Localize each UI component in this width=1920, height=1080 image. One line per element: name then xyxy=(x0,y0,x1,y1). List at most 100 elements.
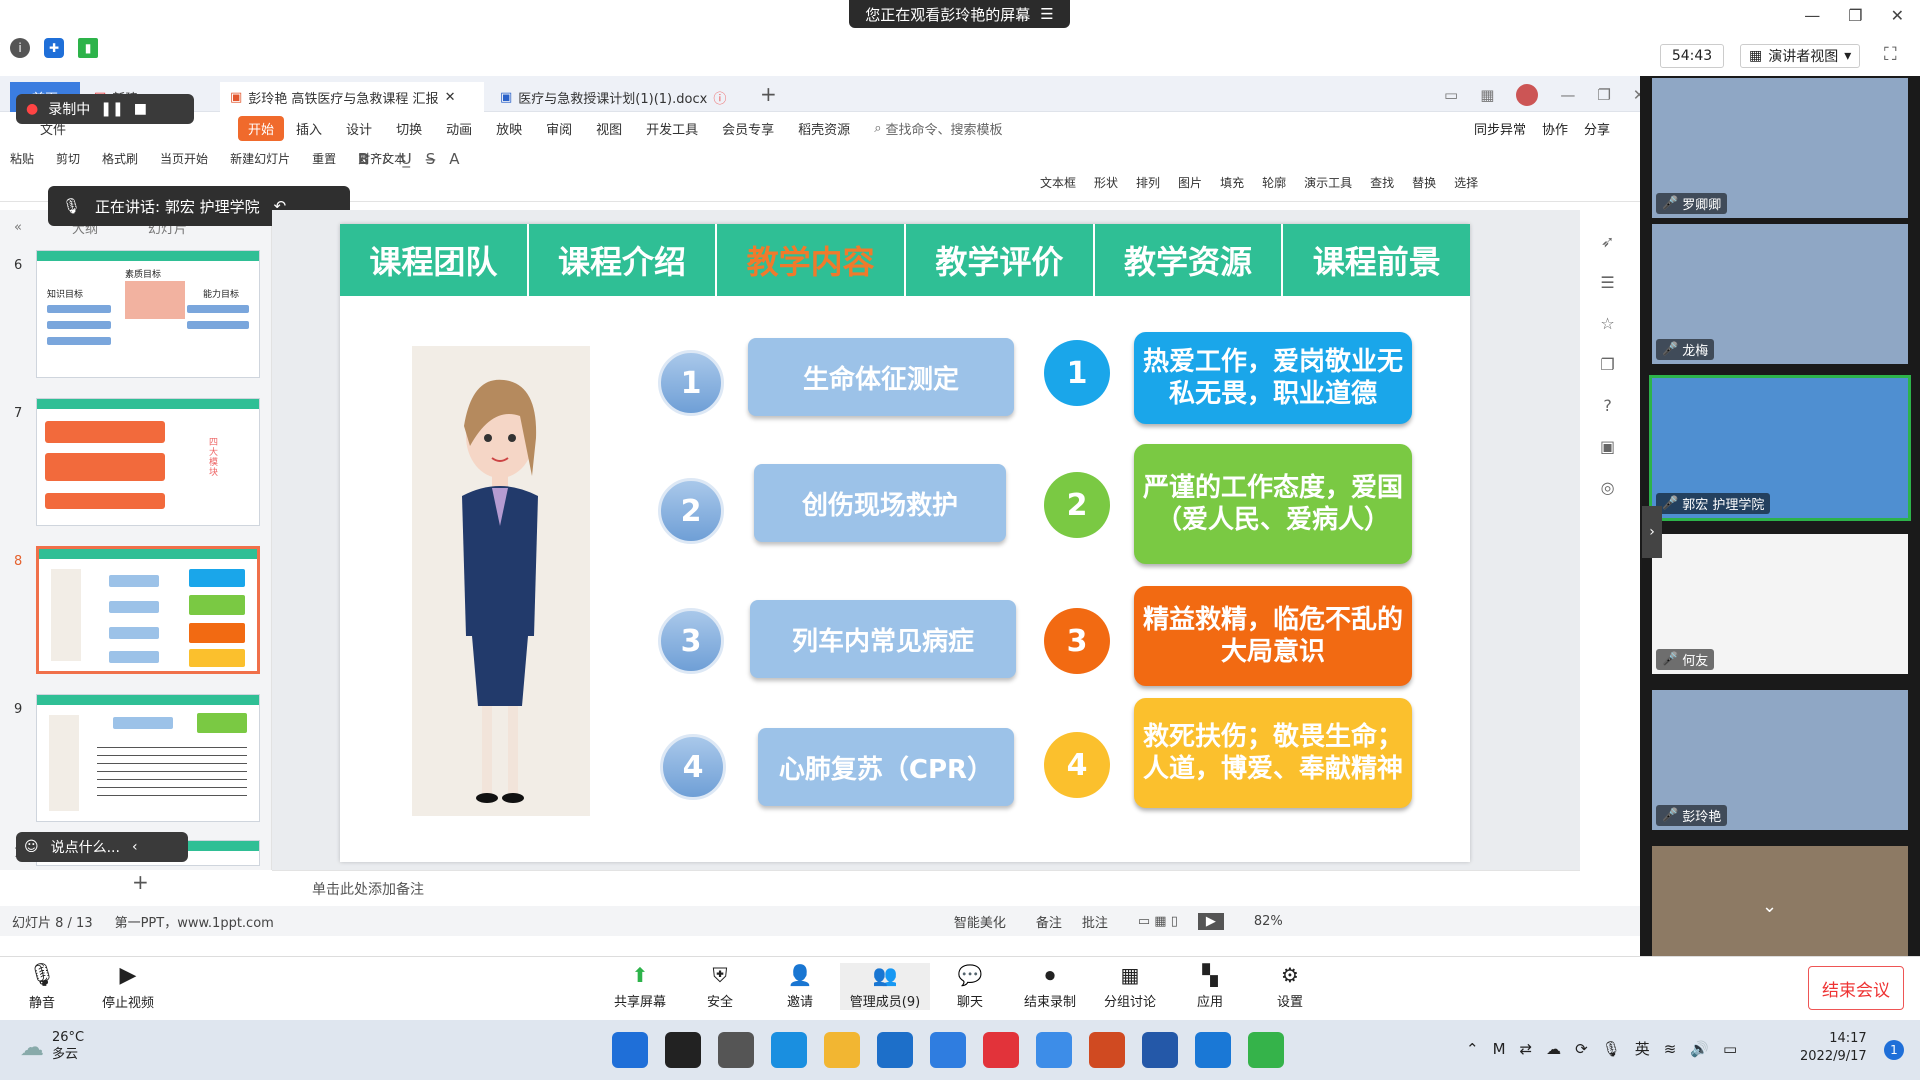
close-tab-icon[interactable]: ✕ xyxy=(445,90,456,105)
restore-icon[interactable]: ❐ xyxy=(1848,6,1862,25)
strikethrough-icon[interactable]: S̶ xyxy=(426,150,436,168)
bold-icon[interactable]: 𝐁 xyxy=(358,150,369,168)
participant-video-1[interactable]: 🎤 罗卿卿 xyxy=(1652,78,1908,218)
collapse-panel-icon[interactable]: › xyxy=(1642,506,1662,558)
ribbon-reset[interactable]: 重置 xyxy=(312,150,336,167)
security-button[interactable]: ⛨ 安全 xyxy=(680,963,760,1010)
clock[interactable]: 14:17 2022/9/17 xyxy=(1800,1030,1867,1066)
ribbon-outline[interactable]: 轮廓 xyxy=(1262,174,1286,191)
ribbon-new-slide[interactable]: 新建幻灯片 xyxy=(230,150,290,167)
ribbon-picture[interactable]: 图片 xyxy=(1178,174,1202,191)
zoom-level[interactable]: 82% xyxy=(1254,914,1283,929)
recording-indicator[interactable]: ● 录制中 ❚❚ ■ xyxy=(16,94,194,124)
underline-icon[interactable]: U̲ xyxy=(401,150,412,168)
edge-icon[interactable] xyxy=(771,1032,807,1068)
settings-sliders-icon[interactable]: ☰ xyxy=(1600,273,1614,292)
tray-icon[interactable]: ⟳ xyxy=(1575,1040,1588,1058)
comment-button[interactable]: 批注 xyxy=(1082,912,1108,931)
chevron-left-icon[interactable]: ‹ xyxy=(132,839,138,855)
chat-button[interactable]: 💬 聊天 xyxy=(930,963,1010,1010)
star-icon[interactable]: ☆ xyxy=(1600,314,1614,333)
tray-icon[interactable]: M xyxy=(1493,1040,1506,1058)
menu-slideshow[interactable]: 放映 xyxy=(484,119,534,138)
tab-ppt-doc[interactable]: ▣ 彭玲艳 高铁医疗与急救课程 汇报 ✕ xyxy=(220,82,484,112)
copy-icon[interactable]: ❐ xyxy=(1600,355,1614,374)
menu-insert[interactable]: 插入 xyxy=(284,119,334,138)
ime-indicator[interactable]: 英 xyxy=(1635,1038,1650,1059)
start-icon[interactable] xyxy=(612,1032,648,1068)
minimize-icon[interactable]: — xyxy=(1804,6,1820,25)
stop-icon[interactable]: ■ xyxy=(134,101,147,117)
ribbon-format-painter[interactable]: 格式刷 xyxy=(102,150,138,167)
info-icon[interactable]: i xyxy=(10,38,30,58)
minimize-icon[interactable]: — xyxy=(1560,86,1575,104)
share-button[interactable]: 分享 xyxy=(1584,119,1610,138)
word-icon[interactable] xyxy=(1142,1032,1178,1068)
layout-icon[interactable]: ▭ xyxy=(1444,86,1458,104)
chevron-up-icon[interactable]: ⌃ xyxy=(1466,1040,1479,1058)
ribbon-cut[interactable]: 剪切 xyxy=(56,150,80,167)
ribbon-select[interactable]: 选择 xyxy=(1454,174,1478,191)
ribbon-start-here[interactable]: 当页开始 xyxy=(160,150,208,167)
search-icon[interactable] xyxy=(665,1032,701,1068)
settings-button[interactable]: ⚙ 设置 xyxy=(1250,963,1330,1010)
ribbon-fill[interactable]: 填充 xyxy=(1220,174,1244,191)
ribbon-shape[interactable]: 形状 xyxy=(1094,174,1118,191)
wechat-icon[interactable] xyxy=(1248,1032,1284,1068)
view-switch-icon[interactable]: ▭ ▦ ▯ xyxy=(1138,914,1178,929)
notes-toggle-button[interactable]: 备注 xyxy=(1036,912,1062,931)
font-color-icon[interactable]: A xyxy=(449,150,459,168)
manage-participants-button[interactable]: 👥 管理成员(9) xyxy=(840,963,930,1010)
emoji-icon[interactable]: ☺ xyxy=(24,839,39,855)
stop-video-button[interactable]: ▶ 停止视频 xyxy=(88,963,168,1011)
help-icon[interactable]: ? xyxy=(1603,396,1612,415)
ribbon-paste[interactable]: 粘贴 xyxy=(10,150,34,167)
ribbon-textbox[interactable]: 文本框 xyxy=(1040,174,1076,191)
share-banner[interactable]: 您正在观看彭玲艳的屏幕 ☰ xyxy=(849,0,1070,28)
notification-badge[interactable]: 1 xyxy=(1884,1040,1904,1060)
fullscreen-icon[interactable]: ⛶ xyxy=(1884,44,1897,65)
command-search[interactable]: ⌕ 查找命令、搜索模板 xyxy=(862,119,1014,138)
ribbon-replace[interactable]: 替换 xyxy=(1412,174,1436,191)
participant-video-6[interactable]: ⌄ xyxy=(1652,846,1908,956)
smart-beautify-button[interactable]: 智能美化 xyxy=(954,912,1006,931)
apps-button[interactable]: ▚ 应用 xyxy=(1170,963,1250,1010)
task-view-icon[interactable] xyxy=(718,1032,754,1068)
signal-icon[interactable]: ▮ xyxy=(78,38,98,58)
avatar[interactable] xyxy=(1516,84,1539,106)
ribbon-present-tools[interactable]: 演示工具 xyxy=(1304,174,1352,191)
microphone-icon[interactable]: 🎙 xyxy=(1602,1040,1621,1058)
menu-icon[interactable]: ☰ xyxy=(1040,5,1053,23)
ribbon-arrange[interactable]: 排列 xyxy=(1136,174,1160,191)
tray-icon[interactable]: ☁ xyxy=(1546,1040,1561,1058)
battery-icon[interactable]: ▭ xyxy=(1723,1040,1737,1058)
mail-icon[interactable] xyxy=(877,1032,913,1068)
invite-button[interactable]: 👤 邀请 xyxy=(760,963,840,1010)
slide-thumbnail-7[interactable]: 四大模块 xyxy=(36,398,260,526)
file-explorer-icon[interactable] xyxy=(824,1032,860,1068)
slide-thumbnail-6[interactable]: 素质目标 知识目标 能力目标 xyxy=(36,250,260,378)
participant-video-3[interactable]: 🎤 郭宏 护理学院 xyxy=(1649,375,1911,521)
italic-icon[interactable]: 𝐼 xyxy=(383,150,387,168)
menu-view[interactable]: 视图 xyxy=(584,119,634,138)
slide[interactable]: 课程团队 课程介绍 教学内容 教学评价 教学资源 课程前景 1 生命体征测定 2… xyxy=(340,224,1470,862)
shield-icon[interactable]: ✚ xyxy=(44,38,64,58)
participant-video-2[interactable]: 🎤 龙梅 xyxy=(1652,224,1908,364)
menu-review[interactable]: 审阅 xyxy=(534,119,584,138)
stop-recording-button[interactable]: ⏺ 结束录制 xyxy=(1010,963,1090,1010)
ribbon-find[interactable]: 查找 xyxy=(1370,174,1394,191)
image-icon[interactable]: ▣ xyxy=(1600,437,1615,456)
close-icon[interactable]: ✕ xyxy=(1891,6,1904,25)
zoom-icon[interactable] xyxy=(1195,1032,1231,1068)
notes-pane[interactable]: 单击此处添加备注 xyxy=(272,870,1580,906)
sync-status[interactable]: 同步异常 xyxy=(1474,119,1526,138)
location-icon[interactable]: ◎ xyxy=(1601,478,1615,497)
menu-design[interactable]: 设计 xyxy=(334,119,384,138)
collaborate-button[interactable]: 协作 xyxy=(1542,119,1568,138)
breakout-button[interactable]: ▦ 分组讨论 xyxy=(1090,963,1170,1010)
add-tab-icon[interactable]: + xyxy=(760,82,777,106)
mute-button[interactable]: 🎙 静音 xyxy=(2,963,82,1011)
menu-docer[interactable]: 稻壳资源 xyxy=(786,119,862,138)
menu-transition[interactable]: 切换 xyxy=(384,119,434,138)
view-mode-dropdown[interactable]: ▦ 演讲者视图 ▾ xyxy=(1740,44,1860,68)
